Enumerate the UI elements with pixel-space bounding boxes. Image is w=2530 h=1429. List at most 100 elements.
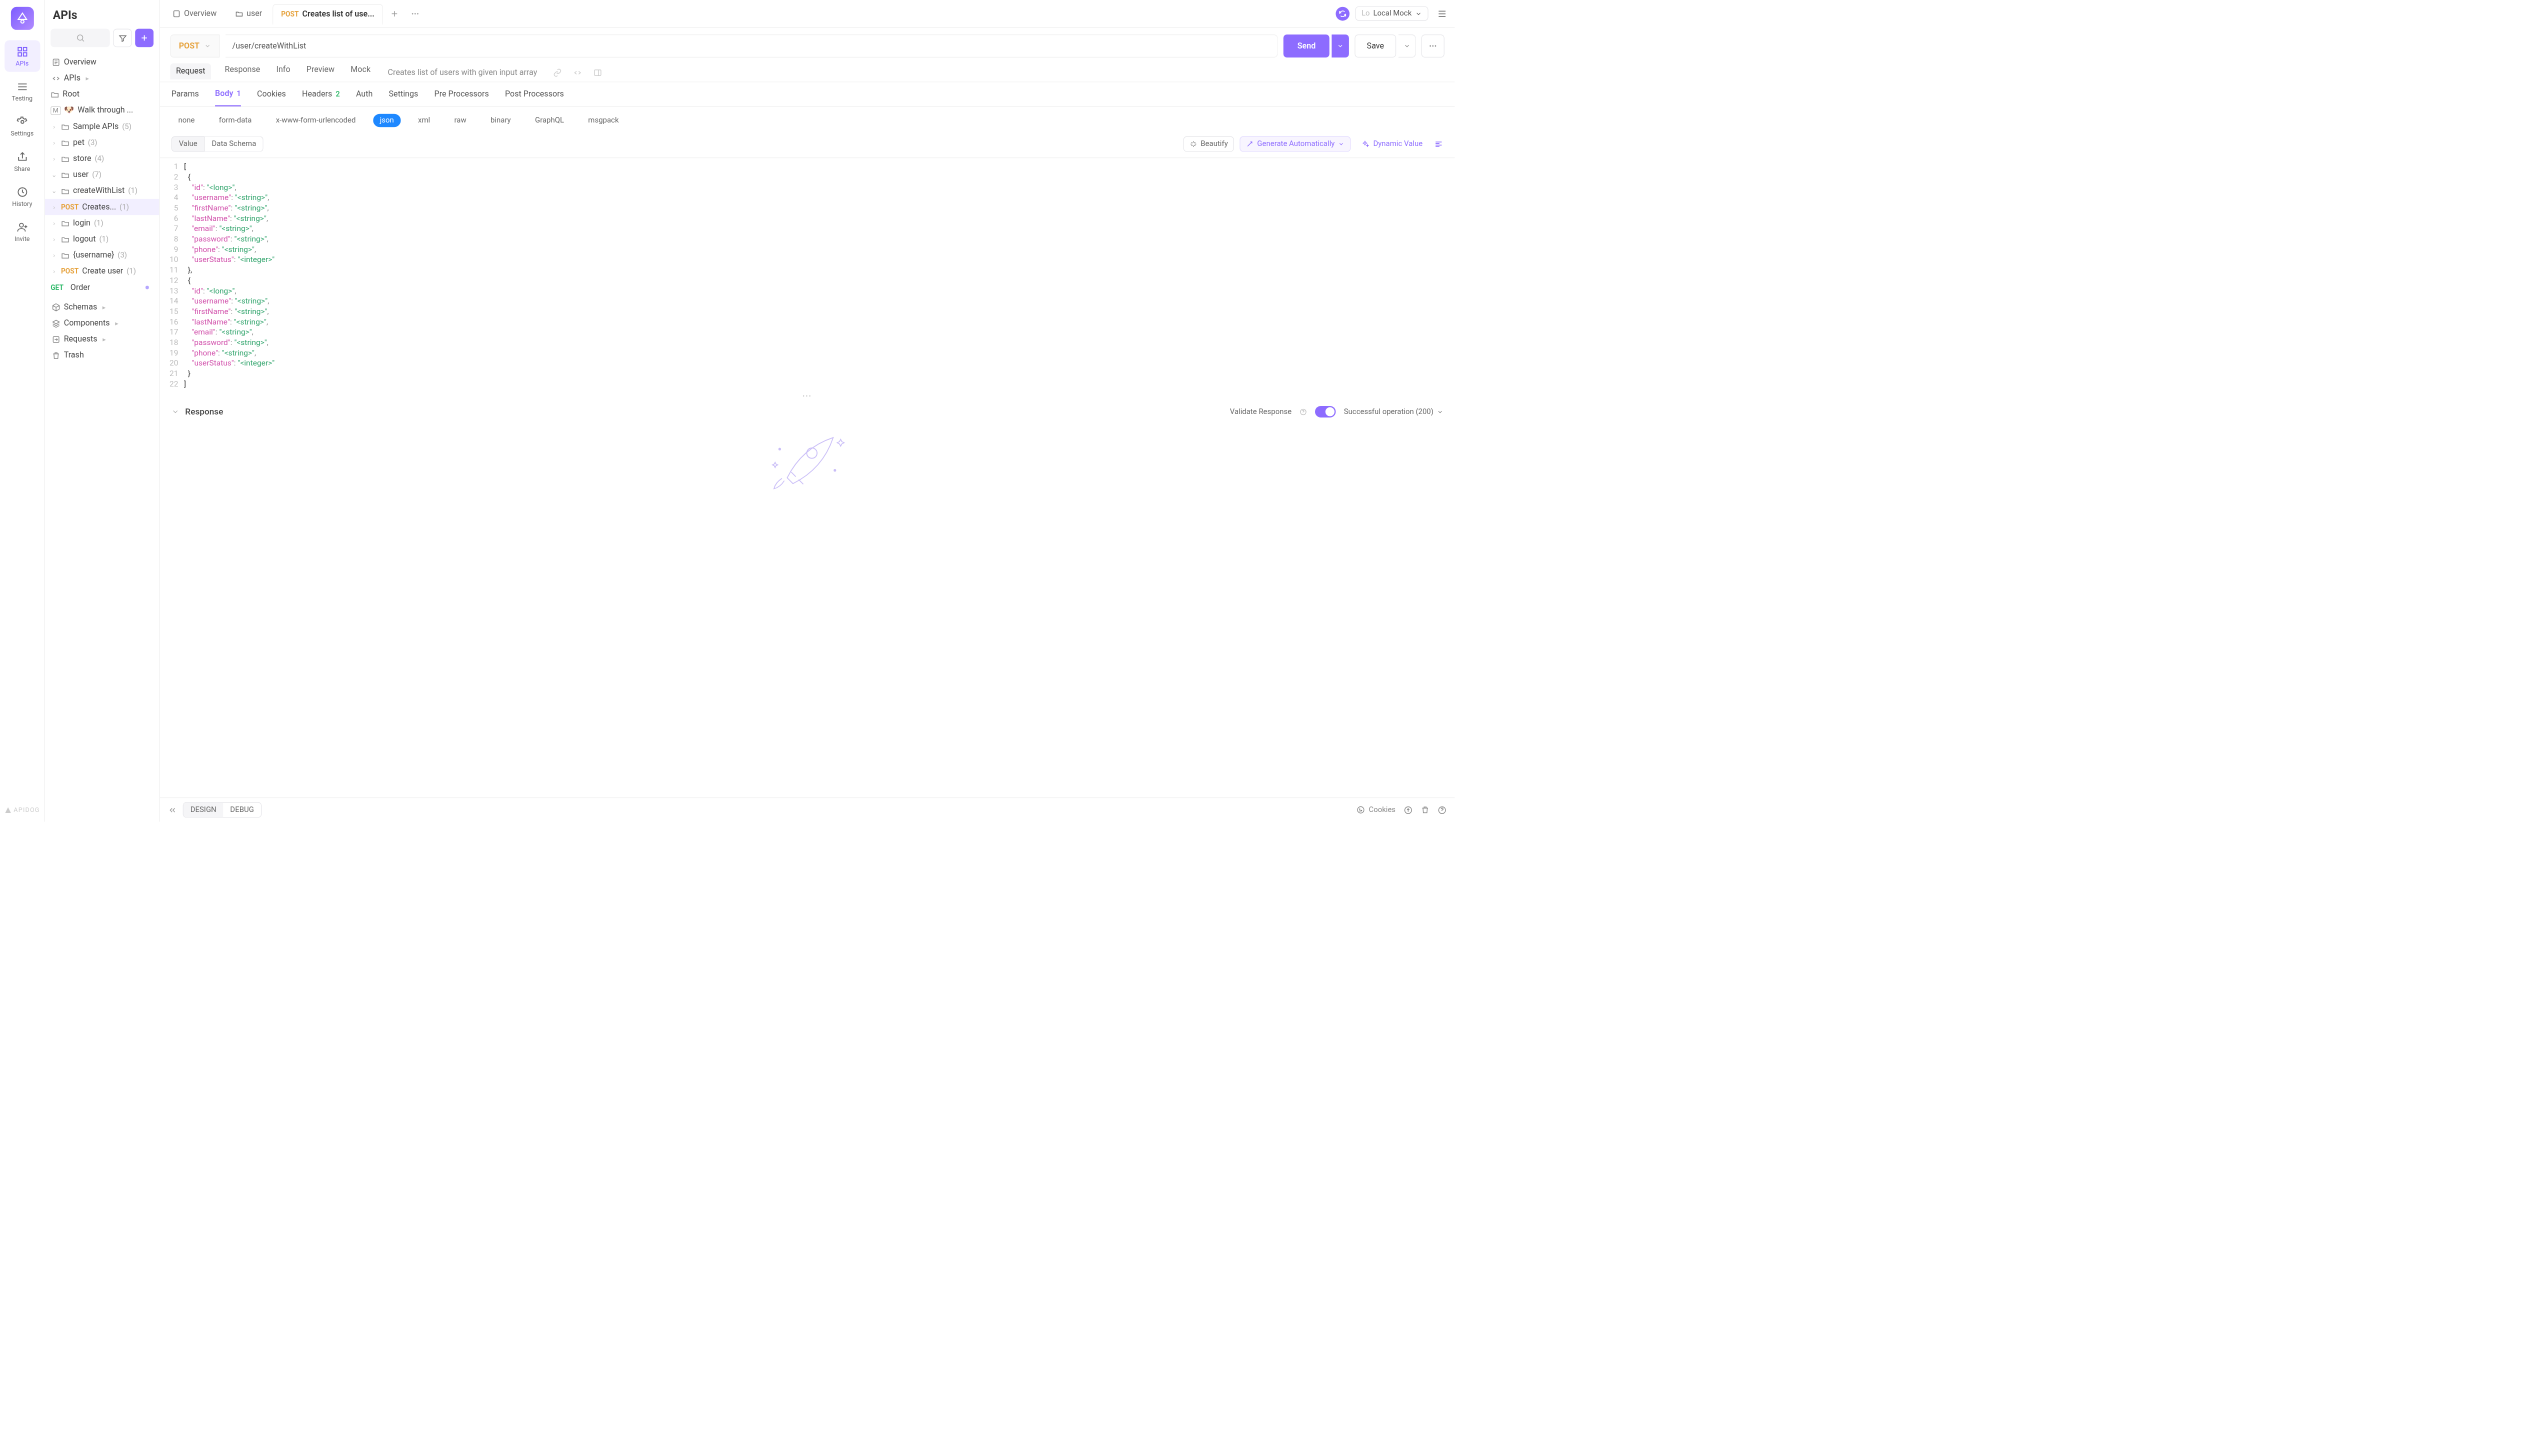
- send-dropdown[interactable]: [1332, 35, 1349, 58]
- status-select[interactable]: Successful operation (200): [1344, 407, 1443, 416]
- bodytype-form-data[interactable]: form-data: [212, 114, 259, 127]
- rail-apis[interactable]: APIs: [4, 40, 40, 72]
- menu-button[interactable]: [1434, 5, 1450, 21]
- innertab-cookies[interactable]: Cookies: [257, 89, 286, 106]
- json-editor[interactable]: 12345678910111213141516171819202122 [ { …: [160, 158, 1455, 394]
- help-button[interactable]: [1438, 805, 1447, 814]
- subtab-request[interactable]: Request: [170, 63, 211, 79]
- filter-button[interactable]: [113, 29, 131, 47]
- environment-select[interactable]: Lo Local Mock: [1355, 6, 1428, 20]
- response-toggle[interactable]: [171, 408, 179, 416]
- tabs-more-button[interactable]: [406, 4, 424, 22]
- bodytype-x-www-form-urlencoded[interactable]: x-www-form-urlencoded: [269, 114, 363, 127]
- schema-tab[interactable]: Data Schema: [205, 136, 264, 152]
- sidebar-item-overview[interactable]: Overview: [45, 54, 159, 70]
- innertab-settings[interactable]: Settings: [389, 89, 418, 106]
- sidebar-item-logout[interactable]: › logout (1): [45, 231, 159, 247]
- folder-icon: [61, 251, 70, 260]
- send-icon: [52, 335, 61, 344]
- innertab-body[interactable]: Body1: [215, 89, 241, 106]
- innertab-post[interactable]: Post Processors: [505, 89, 564, 106]
- chevron-down-icon: [1338, 141, 1344, 147]
- url-input[interactable]: /user/createWithList: [225, 35, 1277, 58]
- upload-button[interactable]: [1404, 805, 1413, 814]
- rail-settings[interactable]: Settings: [4, 110, 40, 142]
- sidebar-item-schemas[interactable]: Schemas ▸: [45, 299, 159, 315]
- sidebar-item-user[interactable]: ⌄ user (7): [45, 167, 159, 183]
- folder-icon: [61, 138, 70, 147]
- filter-icon: [118, 34, 127, 43]
- sidebar-item-creates-list[interactable]: › POST Creates... (1): [45, 199, 159, 215]
- save-dropdown[interactable]: [1398, 35, 1415, 58]
- innertab-params[interactable]: Params: [171, 89, 199, 106]
- validate-toggle[interactable]: [1315, 406, 1336, 418]
- cube-icon: [52, 303, 61, 312]
- bodytype-xml[interactable]: xml: [411, 114, 437, 127]
- beautify-button[interactable]: Beautify: [1183, 136, 1234, 152]
- sidebar-item-trash[interactable]: Trash: [45, 347, 159, 363]
- plus-icon: [390, 9, 399, 18]
- avatar[interactable]: [1336, 7, 1350, 21]
- help-icon[interactable]: [1300, 408, 1307, 415]
- rail-history[interactable]: History: [4, 181, 40, 213]
- tab-active[interactable]: POST Creates list of use...: [272, 4, 383, 25]
- tab-user[interactable]: user: [227, 3, 270, 24]
- app-logo[interactable]: [11, 7, 34, 30]
- menu-icon: [1437, 8, 1447, 18]
- subtab-mock[interactable]: Mock: [348, 65, 373, 80]
- send-button[interactable]: Send: [1284, 35, 1330, 58]
- save-button[interactable]: Save: [1355, 35, 1396, 58]
- panel-icon[interactable]: [593, 68, 602, 77]
- search-input[interactable]: [51, 29, 110, 47]
- sidebar-item-create-user[interactable]: › POST Create user (1): [45, 263, 159, 279]
- value-tab[interactable]: Value: [171, 136, 205, 152]
- sidebar-item-pet[interactable]: › pet (3): [45, 135, 159, 151]
- sidebar-item-store[interactable]: › store (4): [45, 151, 159, 167]
- sidebar-item-username[interactable]: › {username} (3): [45, 247, 159, 263]
- rail-invite[interactable]: Invite: [4, 216, 40, 248]
- trash-button[interactable]: [1421, 806, 1430, 815]
- subtab-preview[interactable]: Preview: [304, 65, 337, 80]
- innertab-auth[interactable]: Auth: [356, 89, 373, 106]
- sidebar-item-apis[interactable]: APIs ▸: [45, 70, 159, 86]
- rail-testing[interactable]: Testing: [4, 75, 40, 107]
- dynamic-value-button[interactable]: Dynamic Value: [1357, 137, 1429, 151]
- subtab-response[interactable]: Response: [223, 65, 263, 80]
- new-tab-button[interactable]: [385, 4, 403, 22]
- innertab-headers[interactable]: Headers2: [302, 89, 340, 106]
- folder-icon: [61, 219, 70, 228]
- plus-icon: [140, 33, 149, 42]
- bodytype-binary[interactable]: binary: [484, 114, 518, 127]
- bodytype-none[interactable]: none: [171, 114, 201, 127]
- generate-button[interactable]: Generate Automatically: [1240, 136, 1351, 152]
- footer-design-tab[interactable]: DESIGN: [183, 803, 223, 817]
- brand-label: APIDOG: [4, 806, 39, 813]
- sidebar-item-sample[interactable]: › Sample APIs (5): [45, 118, 159, 134]
- subtab-info[interactable]: Info: [274, 65, 293, 80]
- resize-handle[interactable]: •••: [160, 393, 1455, 400]
- method-select[interactable]: POST: [170, 35, 219, 58]
- sidebar-item-walkthrough[interactable]: M 🐶 Walk through ...: [45, 102, 159, 118]
- sidebar-item-login[interactable]: › login (1): [45, 215, 159, 231]
- sidebar-item-root[interactable]: Root: [45, 86, 159, 102]
- chevron-down-icon: ⌄: [51, 171, 58, 178]
- rail-share[interactable]: Share: [4, 145, 40, 177]
- link-icon[interactable]: [553, 68, 562, 77]
- code-icon[interactable]: [573, 68, 582, 77]
- sidebar-item-components[interactable]: Components ▸: [45, 315, 159, 331]
- bodytype-raw[interactable]: raw: [447, 114, 473, 127]
- collapse-button[interactable]: [168, 805, 177, 814]
- innertab-pre[interactable]: Pre Processors: [434, 89, 489, 106]
- format-button[interactable]: [1434, 139, 1443, 148]
- request-more-button[interactable]: [1421, 35, 1444, 58]
- sidebar-item-createwithlist[interactable]: ⌄ createWithList (1): [45, 183, 159, 199]
- tab-overview[interactable]: Overview: [164, 3, 224, 24]
- sidebar-item-order[interactable]: GET Order: [45, 279, 159, 295]
- cookies-button[interactable]: Cookies: [1357, 806, 1396, 815]
- add-button[interactable]: [135, 29, 153, 47]
- bodytype-msgpack[interactable]: msgpack: [581, 114, 625, 127]
- sidebar-item-requests[interactable]: Requests ▸: [45, 331, 159, 347]
- bodytype-GraphQL[interactable]: GraphQL: [528, 114, 571, 127]
- bodytype-json[interactable]: json: [373, 114, 401, 127]
- footer-debug-tab[interactable]: DEBUG: [223, 803, 261, 817]
